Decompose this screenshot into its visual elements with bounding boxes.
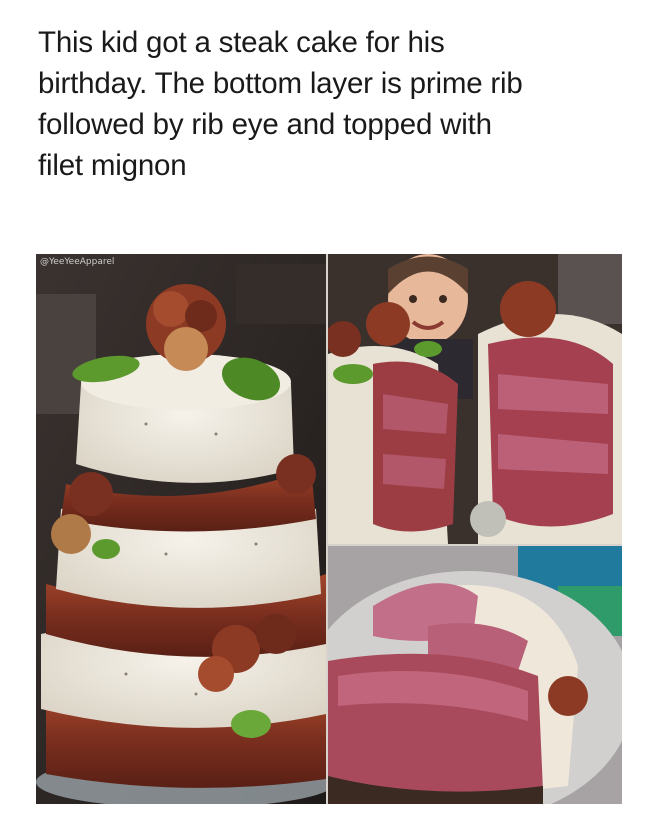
plated-slice-illustration xyxy=(328,546,622,804)
kid-cake-illustration xyxy=(328,254,622,544)
caption-line-2: birthday. The bottom layer is prime rib xyxy=(38,67,523,100)
plated-slice-photo xyxy=(328,546,622,804)
steak-cake-photo: @YeeYeeApparel xyxy=(36,254,326,804)
photo-collage: @YeeYeeApparel xyxy=(36,254,622,804)
watermark: @YeeYeeApparel xyxy=(40,257,115,267)
kid-with-cake-photo xyxy=(328,254,622,544)
post-caption: This kid got a steak cake for his birthd… xyxy=(38,22,628,186)
caption-line-4: filet mignon xyxy=(38,149,187,182)
caption-line-3: followed by rib eye and topped with xyxy=(38,108,492,141)
steak-cake-illustration xyxy=(36,254,326,804)
caption-line-1: This kid got a steak cake for his xyxy=(38,26,445,59)
